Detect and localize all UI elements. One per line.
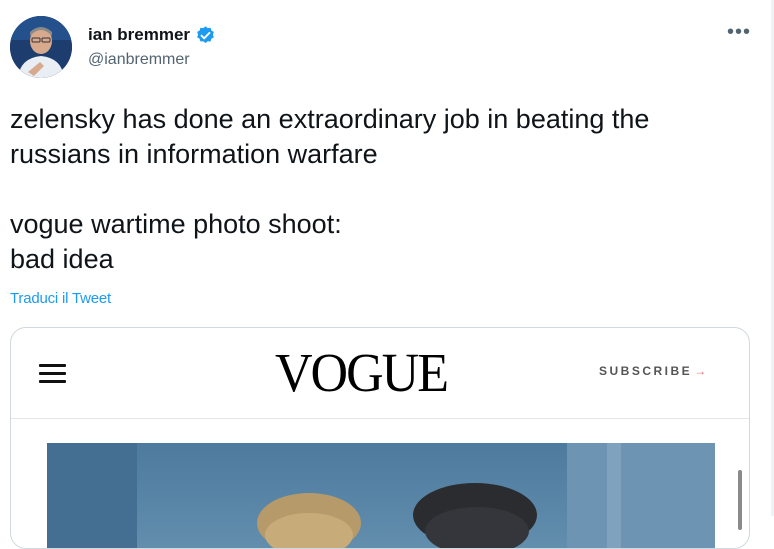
vogue-header: VOGUE SUBSCRIBE → xyxy=(11,328,749,419)
vogue-photo xyxy=(47,443,715,548)
more-horizontal-icon[interactable]: ••• xyxy=(727,22,751,42)
verified-badge-icon xyxy=(195,25,216,46)
translate-tweet-link[interactable]: Traduci il Tweet xyxy=(10,290,111,307)
arrow-right-icon: → xyxy=(694,364,707,378)
tweet-text-line: russians in information warfare xyxy=(10,139,378,169)
subscribe-label: SUBSCRIBE xyxy=(599,364,693,378)
subscribe-link: SUBSCRIBE → xyxy=(599,364,706,378)
scrollbar[interactable] xyxy=(738,470,742,530)
avatar[interactable] xyxy=(10,16,72,78)
author-handle[interactable]: @ianbremmer xyxy=(88,51,216,69)
vogue-logo: VOGUE xyxy=(275,343,449,404)
tweet-text: zelensky has done an extraordinary job i… xyxy=(10,102,760,277)
hamburger-menu-icon xyxy=(39,362,66,384)
author-name[interactable]: ian bremmer xyxy=(88,25,190,45)
tweet-text-line: vogue wartime photo shoot: xyxy=(10,209,342,239)
tweet-text-line: zelensky has done an extraordinary job i… xyxy=(10,104,650,134)
author-block: ian bremmer @ianbremmer xyxy=(88,22,216,69)
tweet-text-line: bad idea xyxy=(10,244,114,274)
